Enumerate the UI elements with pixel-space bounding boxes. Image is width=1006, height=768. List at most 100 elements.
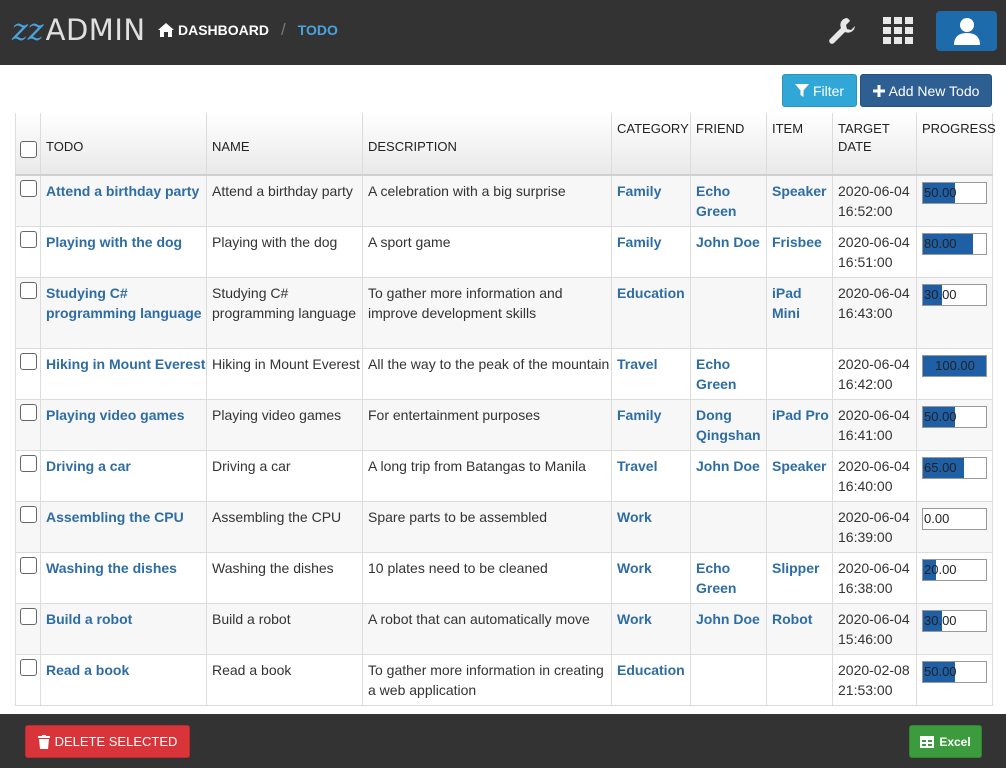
table-row[interactable]: Attend a birthday party Attend a birthda… xyxy=(15,175,993,227)
header-description[interactable]: DESCRIPTION xyxy=(362,113,612,176)
name-cell: Playing with the dog xyxy=(206,226,363,278)
table-row[interactable]: Washing the dishes Washing the dishes 10… xyxy=(15,552,993,604)
user-menu-button[interactable] xyxy=(936,11,997,51)
category-link[interactable]: Education xyxy=(617,285,685,301)
name-cell: Driving a car xyxy=(206,450,363,502)
category-link[interactable]: Education xyxy=(617,662,685,678)
item-link[interactable]: Robot xyxy=(772,611,812,627)
table-row[interactable]: Assembling the CPU Assembling the CPU Sp… xyxy=(15,501,993,553)
progress-cell: 30.00 xyxy=(916,603,993,655)
breadcrumb-dashboard[interactable]: DASHBOARD xyxy=(158,22,269,38)
category-cell: Work xyxy=(611,552,691,604)
category-link[interactable]: Work xyxy=(617,560,652,576)
table-row[interactable]: Playing with the dog Playing with the do… xyxy=(15,226,993,278)
category-link[interactable]: Family xyxy=(617,407,661,423)
header-todo[interactable]: TODO xyxy=(40,113,207,176)
filter-button[interactable]: Filter xyxy=(782,74,857,107)
apps-grid-icon xyxy=(883,17,913,44)
category-cell: Work xyxy=(611,501,691,553)
friend-link[interactable]: John Doe xyxy=(696,611,760,627)
friend-link[interactable]: John Doe xyxy=(696,458,760,474)
progress-bar: 50.00 xyxy=(922,660,987,683)
category-link[interactable]: Travel xyxy=(617,458,657,474)
row-checkbox[interactable] xyxy=(19,281,37,299)
delete-selected-button[interactable]: DELETE SELECTED xyxy=(25,725,190,758)
item-link[interactable]: iPad Mini xyxy=(772,285,802,321)
progress-bar: 50.00 xyxy=(922,182,987,204)
item-link[interactable]: iPad Pro xyxy=(772,407,829,423)
row-checkbox[interactable] xyxy=(19,230,37,248)
item-cell: Frisbee xyxy=(766,226,833,278)
select-all-checkbox[interactable] xyxy=(19,141,37,158)
description-cell: For entertainment purposes xyxy=(362,399,612,451)
category-link[interactable]: Work xyxy=(617,509,652,525)
table-row[interactable]: Driving a car Driving a car A long trip … xyxy=(15,450,993,502)
row-checkbox[interactable] xyxy=(19,607,37,625)
todo-link[interactable]: Playing with the dog xyxy=(46,234,182,250)
row-checkbox[interactable] xyxy=(19,658,37,676)
target-date: 2020-06-04 xyxy=(838,457,910,474)
todo-link[interactable]: Playing video games xyxy=(46,407,185,423)
friend-link[interactable]: Echo Green xyxy=(696,356,736,392)
table-row[interactable]: Read a book Read a book To gather more i… xyxy=(15,654,993,706)
todo-cell: Attend a birthday party xyxy=(40,175,207,227)
target-time: 16:52:00 xyxy=(838,203,893,219)
row-checkbox[interactable] xyxy=(19,403,37,421)
description-cell: To gather more information and improve d… xyxy=(362,277,612,349)
row-checkbox[interactable] xyxy=(19,180,37,197)
row-checkbox[interactable] xyxy=(19,454,37,472)
table-row[interactable]: Hiking in Mount Everest Hiking in Mount … xyxy=(15,348,993,400)
todo-link[interactable]: Driving a car xyxy=(46,458,131,474)
todo-link[interactable]: Read a book xyxy=(46,662,129,678)
friend-link[interactable]: Echo Green xyxy=(696,183,736,219)
category-link[interactable]: Travel xyxy=(617,356,657,372)
friend-link[interactable]: Dong Qingshan xyxy=(696,407,761,443)
user-icon xyxy=(953,18,980,45)
add-new-todo-button[interactable]: Add New Todo xyxy=(860,74,992,107)
header-item[interactable]: ITEM xyxy=(766,113,833,176)
todo-link[interactable]: Assembling the CPU xyxy=(46,509,184,525)
todo-link[interactable]: Studying C# programming language xyxy=(46,285,202,321)
todo-link[interactable]: Build a robot xyxy=(46,611,132,627)
table-row[interactable]: Studying C# programming language Studyin… xyxy=(15,277,993,349)
friend-cell: John Doe xyxy=(690,603,767,655)
table-row[interactable]: Playing video games Playing video games … xyxy=(15,399,993,451)
category-cell: Family xyxy=(611,226,691,278)
row-checkbox[interactable] xyxy=(19,352,37,370)
header-name[interactable]: NAME xyxy=(206,113,363,176)
progress-cell: 65.00 xyxy=(916,450,993,502)
todo-link[interactable]: Attend a birthday party xyxy=(46,183,199,199)
settings-button[interactable] xyxy=(825,14,859,48)
header-category[interactable]: CATEGORY xyxy=(611,113,691,176)
table-row[interactable]: Build a robot Build a robot A robot that… xyxy=(15,603,993,655)
progress-cell: 30.00 xyxy=(916,277,993,349)
item-link[interactable]: Speaker xyxy=(772,458,826,474)
header-progress[interactable]: PROGRESS xyxy=(916,113,996,176)
target-date: 2020-06-04 xyxy=(838,559,910,576)
category-link[interactable]: Work xyxy=(617,611,652,627)
friend-cell xyxy=(690,654,767,706)
header-friend[interactable]: FRIEND xyxy=(690,113,767,176)
item-link[interactable]: Frisbee xyxy=(772,234,822,250)
target-date: 2020-06-04 xyxy=(838,355,910,372)
filter-button-label: Filter xyxy=(812,82,845,99)
app-logo[interactable]: zz ADMIN xyxy=(12,12,146,48)
breadcrumb-dashboard-label: DASHBOARD xyxy=(178,22,269,38)
item-link[interactable]: Slipper xyxy=(772,560,819,576)
todo-link[interactable]: Hiking in Mount Everest xyxy=(46,356,205,372)
header-target-date[interactable]: TARGET DATE xyxy=(832,113,917,176)
item-cell: Speaker xyxy=(766,175,833,227)
row-checkbox[interactable] xyxy=(19,505,37,523)
progress-bar: 30.00 xyxy=(922,283,987,306)
todo-link[interactable]: Washing the dishes xyxy=(46,560,177,576)
apps-menu-button[interactable] xyxy=(881,14,915,48)
friend-cell: Echo Green xyxy=(690,348,767,400)
category-link[interactable]: Family xyxy=(617,234,661,250)
row-checkbox[interactable] xyxy=(19,556,37,574)
friend-link[interactable]: John Doe xyxy=(696,234,760,250)
item-link[interactable]: Speaker xyxy=(772,183,826,199)
friend-link[interactable]: Echo Green xyxy=(696,560,736,596)
excel-export-button[interactable]: Excel xyxy=(909,725,982,758)
category-link[interactable]: Family xyxy=(617,183,661,199)
progress-value: 50.00 xyxy=(924,185,957,200)
